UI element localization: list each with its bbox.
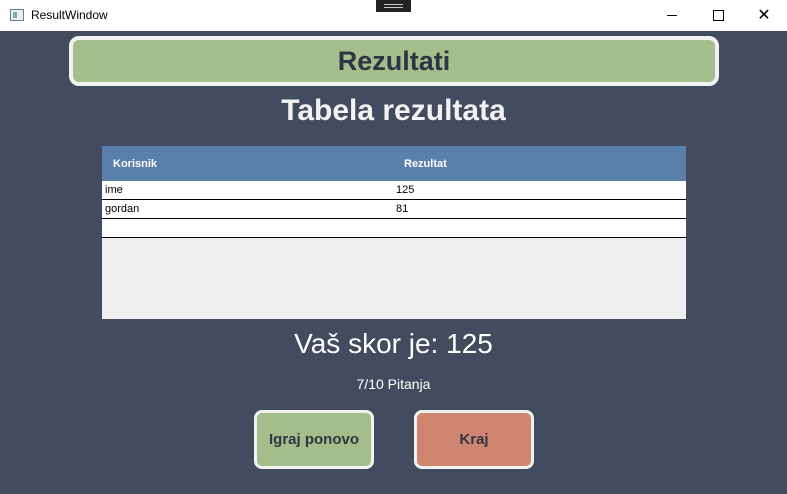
results-table[interactable]: Korisnik Rezultat ime 125 gordan 81	[102, 146, 686, 319]
close-icon: ✕	[757, 6, 771, 24]
cell-user: ime	[105, 184, 123, 196]
cell-score: 81	[396, 203, 409, 215]
maximize-icon	[712, 10, 724, 21]
close-button[interactable]: ✕	[741, 0, 787, 31]
title-bar[interactable]: ResultWindow ✕	[0, 0, 787, 31]
cell-user: gordan	[105, 203, 140, 215]
table-row[interactable]: gordan 81	[102, 200, 686, 219]
window-title: ResultWindow	[31, 8, 108, 22]
column-header-score[interactable]: Rezultat	[404, 158, 447, 170]
title-grip-handle[interactable]	[376, 0, 411, 12]
results-header: Rezultati	[69, 36, 719, 86]
page-title: Rezultati	[337, 45, 451, 76]
score-text: Vaš skor je: 125	[294, 328, 493, 359]
table-row[interactable]	[102, 219, 686, 238]
window-app-icon	[10, 9, 24, 21]
end-button[interactable]: Kraj	[414, 410, 534, 469]
table-header: Korisnik Rezultat	[102, 146, 686, 181]
questions-count: 7/10 Pitanja	[356, 376, 431, 392]
maximize-button[interactable]	[695, 0, 741, 31]
minimize-button[interactable]	[649, 0, 695, 31]
play-again-button[interactable]: Igraj ponovo	[254, 410, 374, 469]
minimize-icon	[667, 15, 677, 16]
result-window: ResultWindow ✕ Rezultati Tabela rezultat…	[0, 0, 787, 494]
cell-score: 125	[396, 184, 415, 196]
table-title: Tabela rezultata	[281, 94, 506, 127]
column-header-user[interactable]: Korisnik	[113, 158, 157, 170]
table-row[interactable]: ime 125	[102, 181, 686, 200]
